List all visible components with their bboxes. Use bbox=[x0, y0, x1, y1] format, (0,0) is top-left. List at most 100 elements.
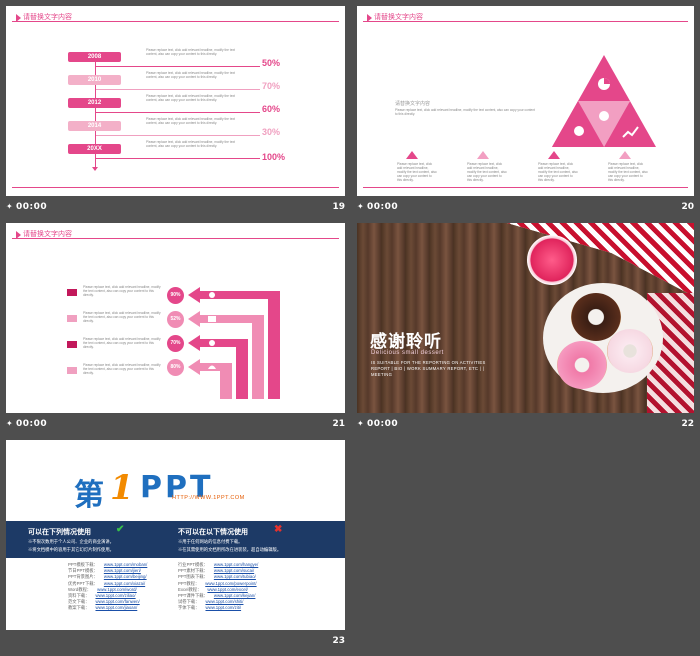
percent-circle: 80% bbox=[167, 359, 184, 376]
body-text: Please replace text, click add relevant … bbox=[538, 162, 578, 182]
header-title: 请替换文字内容 bbox=[374, 13, 423, 21]
bullet-triangle bbox=[619, 151, 631, 159]
link-label: PPT课件下载： bbox=[178, 593, 208, 599]
slide-header: 请替换文字内容 bbox=[6, 223, 345, 243]
link-url[interactable]: www.1ppt.com/fanwen/ bbox=[95, 599, 139, 604]
slide-19-meta: ✦ 00:00 19 bbox=[6, 200, 345, 214]
header-title: 请替换文字内容 bbox=[23, 13, 72, 21]
link-url[interactable]: www.1ppt.com/sucai/ bbox=[214, 568, 254, 573]
body-text: Please replace text, click add relevant … bbox=[146, 140, 235, 148]
slide-time: 00:00 bbox=[367, 419, 399, 429]
percent-label: 50% bbox=[262, 58, 281, 68]
link-label: 资料下载： bbox=[68, 593, 90, 599]
pink-drink-glass bbox=[527, 235, 577, 285]
connector-line bbox=[96, 66, 260, 67]
body-text: Please replace text, click add relevant … bbox=[467, 162, 507, 182]
link-label: 字体下载： bbox=[178, 605, 200, 611]
link-url[interactable]: www.1ppt.com/shiti/ bbox=[205, 599, 243, 604]
slide-header: 请替换文字内容 bbox=[6, 6, 345, 26]
body-text: Please replace text, click add relevant … bbox=[608, 162, 648, 182]
link-label: 节日PPT模板： bbox=[68, 568, 98, 574]
slide-22-thumbnail[interactable]: 感谢聆听 Delicious small dessert IS SUITABLE… bbox=[357, 223, 694, 413]
header-title: 请替换文字内容 bbox=[23, 230, 72, 238]
bullet-square bbox=[67, 289, 77, 296]
percent-label: 70% bbox=[170, 340, 181, 346]
cannot-list: ※用于任何网站的信息付费下载。 ※在其需使用的文档用所改在进装装，超自动编辑版。 bbox=[178, 538, 338, 554]
link-label: PPT教程： bbox=[178, 580, 200, 586]
link-label: PPT图表下载： bbox=[178, 574, 208, 580]
timeline-row: 2012 bbox=[68, 98, 121, 108]
connector-line bbox=[96, 135, 260, 136]
logo-url: HTTP://WWW.1PPT.COM bbox=[172, 495, 245, 501]
slide-21-thumbnail[interactable]: 请替换文字内容 Please replace text, click add r… bbox=[6, 223, 345, 413]
slide-time: 00:00 bbox=[16, 419, 48, 429]
slide-23-meta: 23 bbox=[6, 634, 345, 648]
transition-icon: ✦ bbox=[357, 419, 364, 428]
percent-circle: 70% bbox=[167, 335, 184, 352]
link-url[interactable]: www.1ppt.com/jiaoan/ bbox=[95, 605, 137, 610]
footer-rule bbox=[12, 187, 339, 188]
percent-label: 60% bbox=[262, 104, 281, 114]
list-item: ※不限次数用于个人公司、企业的商业演讲。 bbox=[28, 539, 114, 544]
bullet-triangle bbox=[548, 151, 560, 159]
triangle-diagram bbox=[552, 55, 656, 147]
body-text: Please replace text, click add relevant … bbox=[83, 285, 161, 297]
cross-icon: ✖ bbox=[274, 524, 283, 535]
connector-line bbox=[96, 112, 260, 113]
link-url[interactable]: www.1ppt.com/ziti/ bbox=[205, 605, 241, 610]
body-text: Please replace text, click add relevant … bbox=[397, 162, 437, 182]
link-url[interactable]: www.1ppt.com/tubiao/ bbox=[214, 574, 256, 579]
bullet-square bbox=[67, 315, 77, 322]
checkmark-icon: ✔ bbox=[116, 524, 125, 535]
bullet-triangle bbox=[477, 151, 489, 159]
megaphone-icon bbox=[208, 316, 216, 322]
bullet-triangle bbox=[406, 151, 418, 159]
link-url[interactable]: www.1ppt.com/powerpoint/ bbox=[205, 581, 256, 586]
body-text: Please replace text, click add relevant … bbox=[83, 363, 161, 375]
link-url[interactable]: www.1ppt.com/xiazai/ bbox=[104, 581, 145, 586]
bullet-square bbox=[67, 367, 77, 374]
slide-22-meta: ✦ 00:00 22 bbox=[357, 417, 694, 431]
slide-23-thumbnail[interactable]: 第 1 PPT HTTP://WWW.1PPT.COM 可以在下列情况使用 ✔ … bbox=[6, 440, 345, 630]
percent-label: 80% bbox=[170, 364, 181, 370]
thanks-subtitle: Delicious small dessert bbox=[371, 350, 444, 356]
link-url[interactable]: www.1ppt.com/excel/ bbox=[207, 587, 247, 592]
section-subtitle: 请替换文字内容 bbox=[395, 101, 431, 107]
connector-line bbox=[96, 89, 260, 90]
link-label: PPT素材下载： bbox=[178, 568, 208, 574]
list-item: ※用于任何网站的信息付费下载。 bbox=[178, 539, 243, 544]
link-url[interactable]: www.1ppt.com/kejian/ bbox=[214, 593, 256, 598]
body-text: Please replace text, click add relevant … bbox=[395, 108, 535, 116]
link-label: PPT模板下载： bbox=[68, 562, 98, 567]
connector-line bbox=[96, 158, 260, 159]
target-icon bbox=[209, 292, 215, 298]
percent-label: 70% bbox=[262, 81, 281, 91]
link-label: Excel教程： bbox=[178, 586, 202, 592]
clock-icon bbox=[209, 340, 215, 346]
slide-21-meta: ✦ 00:00 21 bbox=[6, 417, 345, 431]
link-url[interactable]: www.1ppt.com/word/ bbox=[97, 587, 137, 592]
white-donut bbox=[607, 329, 653, 373]
links-left: PPT模板下载： www.1ppt.com/moban/节日PPT模板： www.1… bbox=[68, 562, 178, 612]
link-url[interactable]: www.1ppt.com/jieri/ bbox=[104, 568, 141, 573]
body-text: Please replace text, click add relevant … bbox=[146, 94, 235, 102]
slide-number: 23 bbox=[332, 636, 345, 646]
link-url[interactable]: www.1ppt.com/hangye/ bbox=[214, 562, 258, 567]
body-text: Please replace text, click add relevant … bbox=[146, 117, 235, 125]
slide-number: 21 bbox=[332, 419, 345, 429]
cannot-use-title: 不可以在以下情况使用 bbox=[178, 528, 248, 536]
link-row: 教案下载： www.1ppt.com/jiaoan/ bbox=[68, 605, 178, 611]
slide-number: 22 bbox=[681, 419, 694, 429]
transition-icon: ✦ bbox=[6, 419, 13, 428]
slide-20-meta: ✦ 00:00 20 bbox=[357, 200, 694, 214]
body-text: Please replace text, click add relevant … bbox=[83, 337, 161, 349]
link-url[interactable]: www.1ppt.com/beijing/ bbox=[104, 574, 147, 579]
link-url[interactable]: www.1ppt.com/ziliao/ bbox=[95, 593, 135, 598]
bullet-square bbox=[67, 341, 77, 348]
percent-label: 100% bbox=[262, 152, 286, 162]
link-label: 教案下载： bbox=[68, 605, 90, 611]
slide-19-thumbnail[interactable]: 请替换文字内容 2008 2010 2012 2014 20XX Please … bbox=[6, 6, 345, 196]
slide-20-thumbnail[interactable]: 请替换文字内容 请替换文字内容 Please replace text, cli… bbox=[357, 6, 694, 196]
slide-time: 00:00 bbox=[16, 202, 48, 212]
link-url[interactable]: www.1ppt.com/moban/ bbox=[104, 562, 147, 567]
